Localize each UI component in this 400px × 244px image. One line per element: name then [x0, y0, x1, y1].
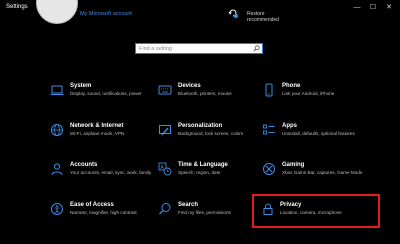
- category-title: Network & Internet: [70, 123, 124, 129]
- account-header: My Microsoft account Restore recommended: [0, 0, 400, 26]
- apps-list-icon: [262, 123, 276, 137]
- category-description: Xbox Game Bar, captures, Game Mode: [282, 170, 363, 175]
- person-icon: [50, 162, 64, 176]
- category-title: Devices: [178, 83, 201, 89]
- category-title: Search: [178, 202, 199, 208]
- search-icon: [158, 202, 172, 216]
- xbox-icon: [262, 162, 276, 176]
- category-description: Location, camera, microphone: [280, 210, 342, 215]
- category-apps[interactable]: Apps Uninstall, defaults, optional featu…: [258, 122, 388, 156]
- category-title: Privacy: [280, 202, 302, 208]
- category-gaming[interactable]: Gaming Xbox Game Bar, captures, Game Mod…: [258, 161, 388, 195]
- category-description: Link your Android, iPhone: [282, 91, 335, 96]
- laptop-icon: [50, 83, 64, 97]
- windows-update-icon[interactable]: [228, 8, 238, 18]
- lock-icon: [261, 202, 275, 216]
- phone-icon: [262, 83, 276, 97]
- category-title: System: [70, 83, 92, 89]
- svg-text:A: A: [160, 165, 164, 171]
- category-title: Gaming: [282, 162, 305, 168]
- category-title: Phone: [282, 83, 301, 89]
- time-language-icon: A: [158, 162, 172, 176]
- update-status-text: Restore recommended: [247, 11, 279, 23]
- category-title: Ease of Access: [70, 202, 114, 208]
- keyboard-icon: [158, 83, 172, 97]
- category-phone[interactable]: Phone Link your Android, iPhone: [258, 82, 388, 116]
- search-input[interactable]: [139, 44, 249, 53]
- category-title: Apps: [282, 123, 297, 129]
- category-title: Accounts: [70, 162, 98, 168]
- search-icon[interactable]: [253, 45, 260, 52]
- category-description: Uninstall, defaults, optional features: [282, 131, 355, 136]
- avatar: [36, 0, 78, 24]
- category-privacy[interactable]: Privacy Location, camera, microphone: [252, 194, 380, 228]
- paintbrush-icon: [158, 123, 172, 137]
- microsoft-account-link[interactable]: My Microsoft account: [80, 11, 132, 17]
- category-title: Personalization: [178, 123, 223, 129]
- category-title: Time & Language: [178, 162, 228, 168]
- globe-icon: [50, 123, 64, 137]
- find-setting-search[interactable]: [135, 43, 263, 54]
- ease-of-access-icon: [50, 202, 64, 216]
